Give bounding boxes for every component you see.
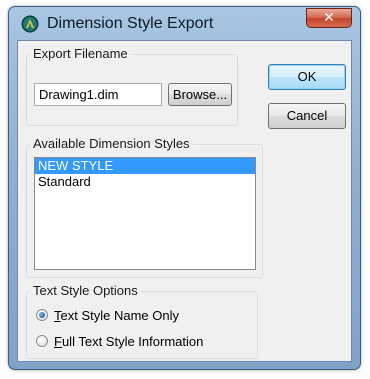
radio-label-full-info: Full Text Style Information [54,333,204,349]
browse-button-label: Browse... [172,87,228,102]
dimension-styles-label: Available Dimension Styles [30,136,193,151]
close-button[interactable]: ✕ [306,8,352,28]
radio-label-name-only: Text Style Name Only [54,307,179,323]
dialog-window: Dimension Style Export ✕ Export Filename… [8,6,361,370]
list-item-standard[interactable]: Standard [35,174,255,190]
close-icon: ✕ [323,10,335,26]
text-style-options-label: Text Style Options [30,283,141,298]
list-item-new-style[interactable]: NEW STYLE [35,158,255,174]
window-title: Dimension Style Export [47,15,214,32]
ok-button[interactable]: OK [268,64,346,90]
app-icon [21,15,39,33]
radio-text-style-name-only[interactable]: Text Style Name Only [36,307,179,323]
cancel-button[interactable]: Cancel [268,103,346,129]
title-bar[interactable]: Dimension Style Export ✕ [9,7,360,39]
radio-button-unchecked[interactable] [36,335,48,347]
dimension-styles-list[interactable]: NEW STYLE Standard [34,157,256,270]
browse-button[interactable]: Browse... [168,83,232,106]
filename-input[interactable] [34,83,162,106]
radio-full-text-style-info[interactable]: Full Text Style Information [36,333,203,349]
dialog-client-area: Export Filename Browse... OK Cancel Avai… [17,40,352,362]
export-filename-label: Export Filename [30,46,131,61]
radio-button-checked[interactable] [36,309,48,321]
cancel-button-label: Cancel [286,108,328,123]
ok-button-label: OK [297,69,317,84]
